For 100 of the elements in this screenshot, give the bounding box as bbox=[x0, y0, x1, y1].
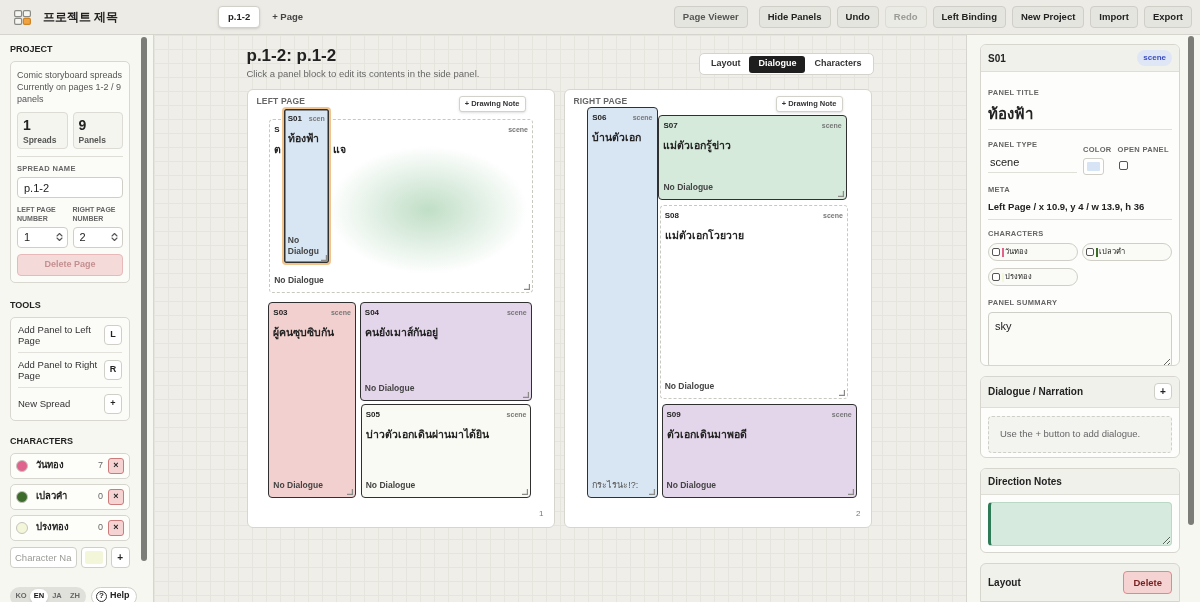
panel-id: S09 bbox=[666, 409, 681, 420]
direction-notes-field[interactable] bbox=[988, 502, 1172, 547]
resize-handle-icon bbox=[522, 391, 529, 398]
checkbox[interactable] bbox=[1086, 248, 1094, 256]
color-picker[interactable] bbox=[1083, 158, 1104, 175]
resize-handle-icon bbox=[847, 489, 854, 496]
panel-title: บ้านตัวเอก bbox=[591, 131, 643, 145]
logo-icon bbox=[14, 9, 31, 25]
resize-handle-icon bbox=[837, 190, 844, 197]
character-count: 0 bbox=[98, 489, 103, 503]
mode-tab[interactable]: Characters bbox=[805, 55, 871, 73]
toolbar-button[interactable]: Hide Panels bbox=[758, 6, 831, 28]
summary-field[interactable]: sky bbox=[988, 312, 1172, 365]
stat-value: 9 bbox=[78, 118, 88, 133]
resize-handle-icon bbox=[524, 284, 530, 291]
toolbar-button[interactable]: Page Viewer bbox=[673, 6, 748, 28]
resize-handle-icon bbox=[522, 489, 529, 496]
panel-title: คนยังเมาส์กันอยู่ bbox=[363, 325, 439, 339]
character-name: เปลวคำ bbox=[36, 489, 67, 504]
card-title: Dialogue / Narration bbox=[988, 385, 1083, 400]
panel-id: S03 bbox=[273, 307, 288, 318]
mode-tab[interactable]: Layout bbox=[701, 55, 750, 73]
resize-handle-icon bbox=[838, 390, 845, 397]
stepper-icon bbox=[111, 232, 118, 242]
panel-title: ตัวเอกเดินมาพอดี bbox=[665, 427, 748, 441]
dialogue-preview: No Dialogue bbox=[274, 275, 324, 287]
add-character-button[interactable]: + bbox=[110, 546, 130, 568]
remove-button[interactable]: × bbox=[108, 488, 124, 505]
dialogue-preview: No Dialogue bbox=[664, 381, 715, 393]
empty-dialogue-message: Use the + button to add dialogue. bbox=[988, 415, 1172, 453]
character-name: ปรงทอง bbox=[36, 520, 69, 535]
toolbar-button[interactable]: Left Binding bbox=[932, 6, 1006, 28]
panel-id: S bbox=[274, 124, 280, 135]
dialogue-preview: No Dialogu bbox=[287, 234, 319, 257]
canvas-title: p.1-2: p.1-2 bbox=[246, 46, 338, 66]
page-label: RIGHT PAGE bbox=[573, 96, 628, 106]
panel-id: S08 bbox=[664, 211, 679, 222]
character-name: วันทอง bbox=[36, 458, 64, 473]
section-heading: CHARACTERS bbox=[10, 435, 74, 447]
add-page-button[interactable]: + Page bbox=[272, 9, 304, 25]
panel-id: S04 bbox=[364, 307, 380, 318]
open-panel-checkbox[interactable] bbox=[1118, 161, 1128, 170]
dialogue-preview: No Dialogue bbox=[666, 480, 717, 492]
project-description: Currently on pages 1-2 / 9 panels bbox=[17, 81, 123, 105]
stat-value: 1 bbox=[23, 118, 32, 133]
page-number: 2 bbox=[856, 508, 861, 520]
panel-type-badge: scene bbox=[1137, 50, 1172, 66]
help-button[interactable]: ? Help bbox=[91, 586, 137, 602]
spread-tab[interactable]: p.1-2 bbox=[218, 6, 261, 28]
shortcut-key-button[interactable]: + bbox=[104, 393, 122, 414]
shortcut-key-button[interactable]: L bbox=[104, 324, 122, 345]
scrollbar-thumb[interactable] bbox=[1187, 36, 1194, 525]
shortcut-key-button[interactable]: R bbox=[104, 359, 122, 380]
app-title: 프로젝트 제목 bbox=[43, 9, 119, 26]
dialogue-preview: No Dialogue bbox=[364, 382, 415, 394]
project-description: Comic storyboard spreads bbox=[17, 69, 123, 81]
dialogue-preview: กระไรนะ!?: bbox=[592, 479, 639, 491]
toolbar-button[interactable]: Undo bbox=[836, 6, 879, 28]
page-number-field[interactable]: 2 bbox=[72, 226, 123, 248]
panel-title: บ่าวตัวเอกเดินผ่านมาได้ยิน bbox=[364, 427, 490, 441]
toolbar-button[interactable]: New Project bbox=[1011, 6, 1085, 28]
character-row[interactable]: วันทอง 7 × bbox=[10, 452, 130, 479]
panel-meta: Left Page / x 10.9, y 4 / w 13.9, h 36 bbox=[988, 201, 1172, 220]
character-count: 0 bbox=[98, 520, 103, 534]
dialogue-preview: No Dialogue bbox=[365, 480, 416, 492]
toolbar-button[interactable]: Import bbox=[1090, 6, 1138, 28]
panel-title: ท้องฟ้า bbox=[286, 132, 320, 146]
panel-title-field[interactable]: ท้องฟ้า bbox=[988, 105, 1172, 130]
remove-button[interactable]: × bbox=[108, 457, 124, 474]
panel-id: S07 bbox=[663, 120, 678, 131]
panel-title: แม่ตัวเอกรู้ข่าว bbox=[662, 138, 733, 152]
character-row[interactable]: เปลวคำ 0 × bbox=[10, 483, 130, 510]
card-title: Layout bbox=[988, 576, 1021, 591]
scrollbar-thumb[interactable] bbox=[141, 37, 147, 561]
page-number-field[interactable]: 1 bbox=[17, 226, 68, 248]
tool-label: Add Panel to Right Page bbox=[18, 358, 98, 381]
character-count: 7 bbox=[98, 458, 103, 472]
canvas-hint: Click a panel block to edit its contents in the side panel. bbox=[246, 68, 480, 80]
resize-handle-icon bbox=[320, 254, 327, 261]
stat-label: Spreads bbox=[23, 135, 58, 146]
resize-handle-icon bbox=[648, 488, 655, 495]
delete-button[interactable]: Delete bbox=[1123, 571, 1172, 595]
character-row[interactable]: ปรงทอง 0 × bbox=[10, 514, 130, 541]
page-label: LEFT PAGE bbox=[256, 96, 306, 106]
character-name-field[interactable]: Character Na bbox=[10, 546, 77, 568]
tool-label: Add Panel to Left Page bbox=[18, 323, 92, 346]
toolbar-button[interactable]: Export bbox=[1143, 6, 1192, 28]
resize-handle-icon bbox=[346, 489, 353, 496]
add-dialogue-button[interactable]: + bbox=[1154, 383, 1172, 401]
section-heading: PROJECT bbox=[10, 44, 54, 55]
page-number: 1 bbox=[539, 508, 544, 520]
panel-type-field[interactable]: scene bbox=[988, 155, 1077, 173]
checkbox[interactable] bbox=[992, 273, 1000, 281]
panel-title: ต bbox=[274, 142, 282, 156]
checkbox[interactable] bbox=[992, 248, 1000, 256]
remove-button[interactable]: × bbox=[108, 519, 124, 536]
mode-tab[interactable]: Dialogue bbox=[749, 55, 806, 73]
spread-name-field[interactable]: p.1-2 bbox=[17, 177, 123, 198]
stat-label: Panels bbox=[78, 135, 107, 146]
panel-title: แจ bbox=[333, 142, 347, 156]
